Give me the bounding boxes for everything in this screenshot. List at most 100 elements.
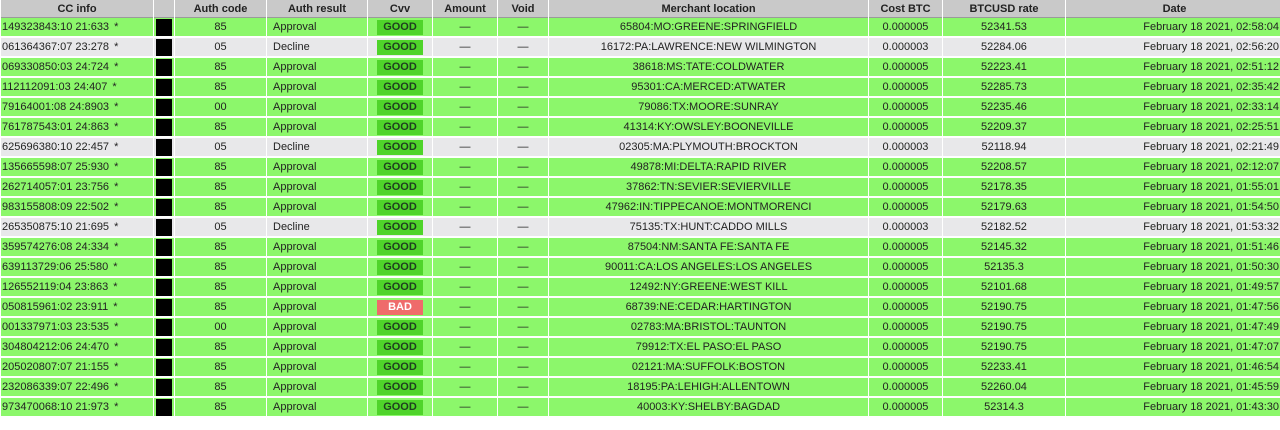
date-cell: February 18 2021, 01:47:49 xyxy=(1066,318,1280,338)
cost-btc-cell: 0.000005 xyxy=(869,258,942,278)
amount-cell: — xyxy=(433,318,497,338)
amount-cell: — xyxy=(433,198,497,218)
cc-info-cell: 135665598:07 25:930 * xyxy=(1,158,153,178)
cc-info-cell: 126552119:04 23:863 * xyxy=(1,278,153,298)
table-row[interactable]: 639113729:06 25:580 * 85 Approval GOOD — —9001… xyxy=(1,258,1280,278)
btcusd-rate-cell: 52260.04 xyxy=(943,378,1065,398)
merchant-location-cell: 18195:PA:LEHIGH:ALLENTOWN xyxy=(549,378,868,398)
header-btcusd-rate[interactable]: BTCUSD rate xyxy=(943,0,1065,18)
date-cell: February 18 2021, 01:53:32 xyxy=(1066,218,1280,238)
void-cell: — xyxy=(498,338,548,358)
redaction-box xyxy=(156,98,172,116)
void-cell: — xyxy=(498,178,548,198)
cvv-cell: GOOD xyxy=(368,238,432,258)
merchant-location-cell: 87504:NM:SANTA FE:SANTA FE xyxy=(549,238,868,258)
mask-cell xyxy=(154,118,174,138)
cc-info-mark: * xyxy=(114,161,119,173)
cc-info-mark: * xyxy=(114,241,119,253)
cc-info-cell: 359574276:08 24:334 * xyxy=(1,238,153,258)
merchant-location-cell: 02783:MA:BRISTOL:TAUNTON xyxy=(549,318,868,338)
cc-info-text: 983155808:09 22:502 xyxy=(2,201,110,213)
header-amount[interactable]: Amount xyxy=(433,0,497,18)
cc-info-cell: 625696380:10 22:457 * xyxy=(1,138,153,158)
auth-code-cell: 85 xyxy=(175,258,266,278)
table-row[interactable]: 135665598:07 25:930 * 85 Approval GOOD — —4987… xyxy=(1,158,1280,178)
table-row[interactable]: 265350875:10 21:695 * 05 Decline GOOD — —75135… xyxy=(1,218,1280,238)
table-row[interactable]: 001337971:03 23:535 * 00 Approval GOOD — —0278… xyxy=(1,318,1280,338)
header-auth-code[interactable]: Auth code xyxy=(175,0,266,18)
header-merchant-location[interactable]: Merchant location xyxy=(549,0,868,18)
table-row[interactable]: 761787543:01 24:863 * 85 Approval GOOD — —4131… xyxy=(1,118,1280,138)
cc-info-text: 304804212:06 24:470 xyxy=(2,341,110,353)
mask-cell xyxy=(154,138,174,158)
auth-result-cell: Approval xyxy=(267,98,367,118)
btcusd-rate-cell: 52179.63 xyxy=(943,198,1065,218)
cc-info-cell: 149323843:10 21:633 * xyxy=(1,18,153,38)
table-row[interactable]: 359574276:08 24:334 * 85 Approval GOOD — —8750… xyxy=(1,238,1280,258)
cc-info-cell: 265350875:10 21:695 * xyxy=(1,218,153,238)
table-row[interactable]: 232086339:07 22:496 * 85 Approval GOOD — —1819… xyxy=(1,378,1280,398)
cost-btc-cell: 0.000005 xyxy=(869,58,942,78)
table-row[interactable]: 069330850:03 24:724 * 85 Approval GOOD — —3861… xyxy=(1,58,1280,78)
cvv-cell: GOOD xyxy=(368,158,432,178)
merchant-location-cell: 40003:KY:SHELBY:BAGDAD xyxy=(549,398,868,418)
cc-info-mark: * xyxy=(114,61,119,73)
table-row[interactable]: 79164001:08 24:8903 * 00 Approval GOOD — —7908… xyxy=(1,98,1280,118)
table-row[interactable]: 050815961:02 23:911 * 85 Approval BAD — —68739… xyxy=(1,298,1280,318)
amount-cell: — xyxy=(433,58,497,78)
table-row[interactable]: 973470068:10 21:973 * 85 Approval GOOD — —4000… xyxy=(1,398,1280,418)
cost-btc-cell: 0.000005 xyxy=(869,98,942,118)
btcusd-rate-cell: 52190.75 xyxy=(943,318,1065,338)
cost-btc-cell: 0.000005 xyxy=(869,378,942,398)
cc-info-cell: 061364367:07 23:278 * xyxy=(1,38,153,58)
auth-code-cell: 85 xyxy=(175,398,266,418)
table-row[interactable]: 112112091:03 24:407 * 85 Approval GOOD — —9530… xyxy=(1,78,1280,98)
auth-code-cell: 05 xyxy=(175,38,266,58)
mask-cell xyxy=(154,98,174,118)
table-row[interactable]: 126552119:04 23:863 * 85 Approval GOOD — —1249… xyxy=(1,278,1280,298)
cvv-cell: GOOD xyxy=(368,398,432,418)
mask-cell xyxy=(154,158,174,178)
date-cell: February 18 2021, 01:50:30 xyxy=(1066,258,1280,278)
table-row[interactable]: 061364367:07 23:278 * 05 Decline GOOD — —16172… xyxy=(1,38,1280,58)
date-cell: February 18 2021, 02:56:20 xyxy=(1066,38,1280,58)
table-row[interactable]: 983155808:09 22:502 * 85 Approval GOOD — —4796… xyxy=(1,198,1280,218)
cc-info-mark: * xyxy=(113,301,118,313)
auth-code-cell: 85 xyxy=(175,378,266,398)
btcusd-rate-cell: 52190.75 xyxy=(943,298,1065,318)
void-cell: — xyxy=(498,158,548,178)
void-cell: — xyxy=(498,58,548,78)
header-cost-btc[interactable]: Cost BTC xyxy=(869,0,942,18)
mask-cell xyxy=(154,278,174,298)
cvv-status-badge: GOOD xyxy=(377,79,423,95)
mask-cell xyxy=(154,378,174,398)
header-date[interactable]: Date xyxy=(1066,0,1280,18)
redaction-box xyxy=(156,58,172,76)
merchant-location-cell: 65804:MO:GREENE:SPRINGFIELD xyxy=(549,18,868,38)
header-cvv[interactable]: Cvv xyxy=(368,0,432,18)
amount-cell: — xyxy=(433,278,497,298)
auth-result-cell: Approval xyxy=(267,118,367,138)
cc-info-cell: 973470068:10 21:973 * xyxy=(1,398,153,418)
header-cc-info[interactable]: CC info xyxy=(1,0,153,18)
header-void[interactable]: Void xyxy=(498,0,548,18)
date-cell: February 18 2021, 02:35:42 xyxy=(1066,78,1280,98)
cc-info-text: 79164001:08 24:8903 xyxy=(2,101,110,113)
table-row[interactable]: 262714057:01 23:756 * 85 Approval GOOD — —3786… xyxy=(1,178,1280,198)
cvv-status-badge: GOOD xyxy=(377,319,423,335)
table-row[interactable]: 304804212:06 24:470 * 85 Approval GOOD — —7991… xyxy=(1,338,1280,358)
table-row[interactable]: 205020807:07 21:155 * 85 Approval GOOD — —0212… xyxy=(1,358,1280,378)
cc-info-mark: * xyxy=(114,381,119,393)
table-row[interactable]: 149323843:10 21:633 * 85 Approval GOOD — —6580… xyxy=(1,18,1280,38)
table-row[interactable]: 625696380:10 22:457 * 05 Decline GOOD — —02305… xyxy=(1,138,1280,158)
void-cell: — xyxy=(498,218,548,238)
cvv-status-badge: GOOD xyxy=(377,19,423,35)
auth-result-cell: Approval xyxy=(267,258,367,278)
header-auth-result[interactable]: Auth result xyxy=(267,0,367,18)
cost-btc-cell: 0.000005 xyxy=(869,298,942,318)
mask-cell xyxy=(154,38,174,58)
merchant-location-cell: 68739:NE:CEDAR:HARTINGTON xyxy=(549,298,868,318)
cc-info-mark: * xyxy=(113,261,118,273)
btcusd-rate-cell: 52178.35 xyxy=(943,178,1065,198)
void-cell: — xyxy=(498,318,548,338)
